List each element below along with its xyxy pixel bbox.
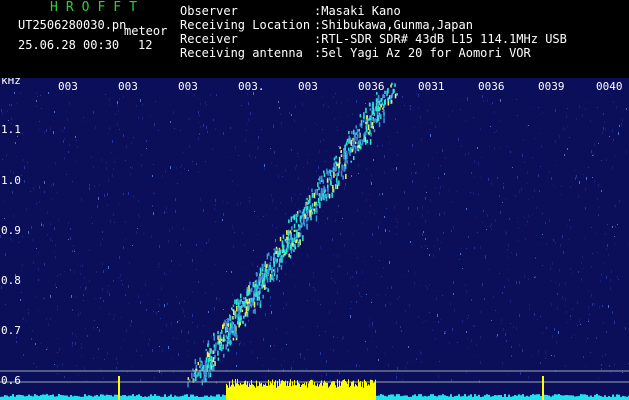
info-value: :Shibukawa,Gunma,Japan	[314, 18, 473, 32]
spectrogram-background	[0, 78, 629, 400]
time-tick: 003	[178, 80, 198, 93]
time-tick: 0031	[418, 80, 445, 93]
app-logo: HROFFT	[50, 0, 145, 15]
time-tick: 003	[58, 80, 78, 93]
info-label: Observer	[180, 4, 238, 18]
detection-mode: meteor	[124, 24, 168, 38]
time-tick: 0036	[358, 80, 385, 93]
time-tick: 003	[298, 80, 318, 93]
time-tick: 0036	[478, 80, 505, 93]
y-tick: 0.9	[1, 224, 21, 237]
info-value: :5el Yagi Az 20 for Aomori VOR	[314, 46, 531, 60]
date-time: 25.06.28 00:30	[18, 38, 120, 52]
y-tick: 1.0	[1, 174, 21, 187]
info-value: :RTL-SDR SDR# 43dB L15 114.1MHz USB	[314, 32, 567, 46]
y-tick: 0.6	[1, 374, 21, 387]
y-tick: 1.1	[1, 123, 21, 136]
spectrogram-svg: kHz 1.1 1.0 0.9 0.8 0.7 0.6 003 003 003 …	[0, 78, 629, 400]
time-tick: 0039	[538, 80, 565, 93]
time-tick: 0040	[596, 80, 623, 93]
y-unit-label: kHz	[1, 78, 21, 87]
info-row-receiver: Receiver :RTL-SDR SDR# 43dB L15 114.1MHz…	[180, 32, 567, 46]
info-label: Receiving antenna	[180, 46, 303, 60]
time-tick: 003.	[238, 80, 265, 93]
info-label: Receiver	[180, 32, 238, 46]
y-tick: 0.7	[1, 324, 21, 337]
detection-count: 12	[138, 38, 153, 52]
spectrogram: kHz 1.1 1.0 0.9 0.8 0.7 0.6 003 003 003 …	[0, 78, 629, 400]
info-row-location: Receiving Location :Shibukawa,Gunma,Japa…	[180, 18, 567, 32]
header: HROFFT UT2506280030.pn meteor 25.06.28 0…	[0, 0, 629, 77]
y-tick: 0.8	[1, 274, 21, 287]
info-row-observer: Observer :Masaki Kano	[180, 4, 567, 18]
file-name: UT2506280030.pn	[18, 18, 127, 32]
time-tick: 003	[118, 80, 138, 93]
info-label: Receiving Location	[180, 18, 311, 32]
info-value: :Masaki Kano	[314, 4, 401, 18]
station-info: Observer :Masaki Kano Receiving Location…	[180, 4, 567, 60]
info-row-antenna: Receiving antenna :5el Yagi Az 20 for Ao…	[180, 46, 567, 60]
